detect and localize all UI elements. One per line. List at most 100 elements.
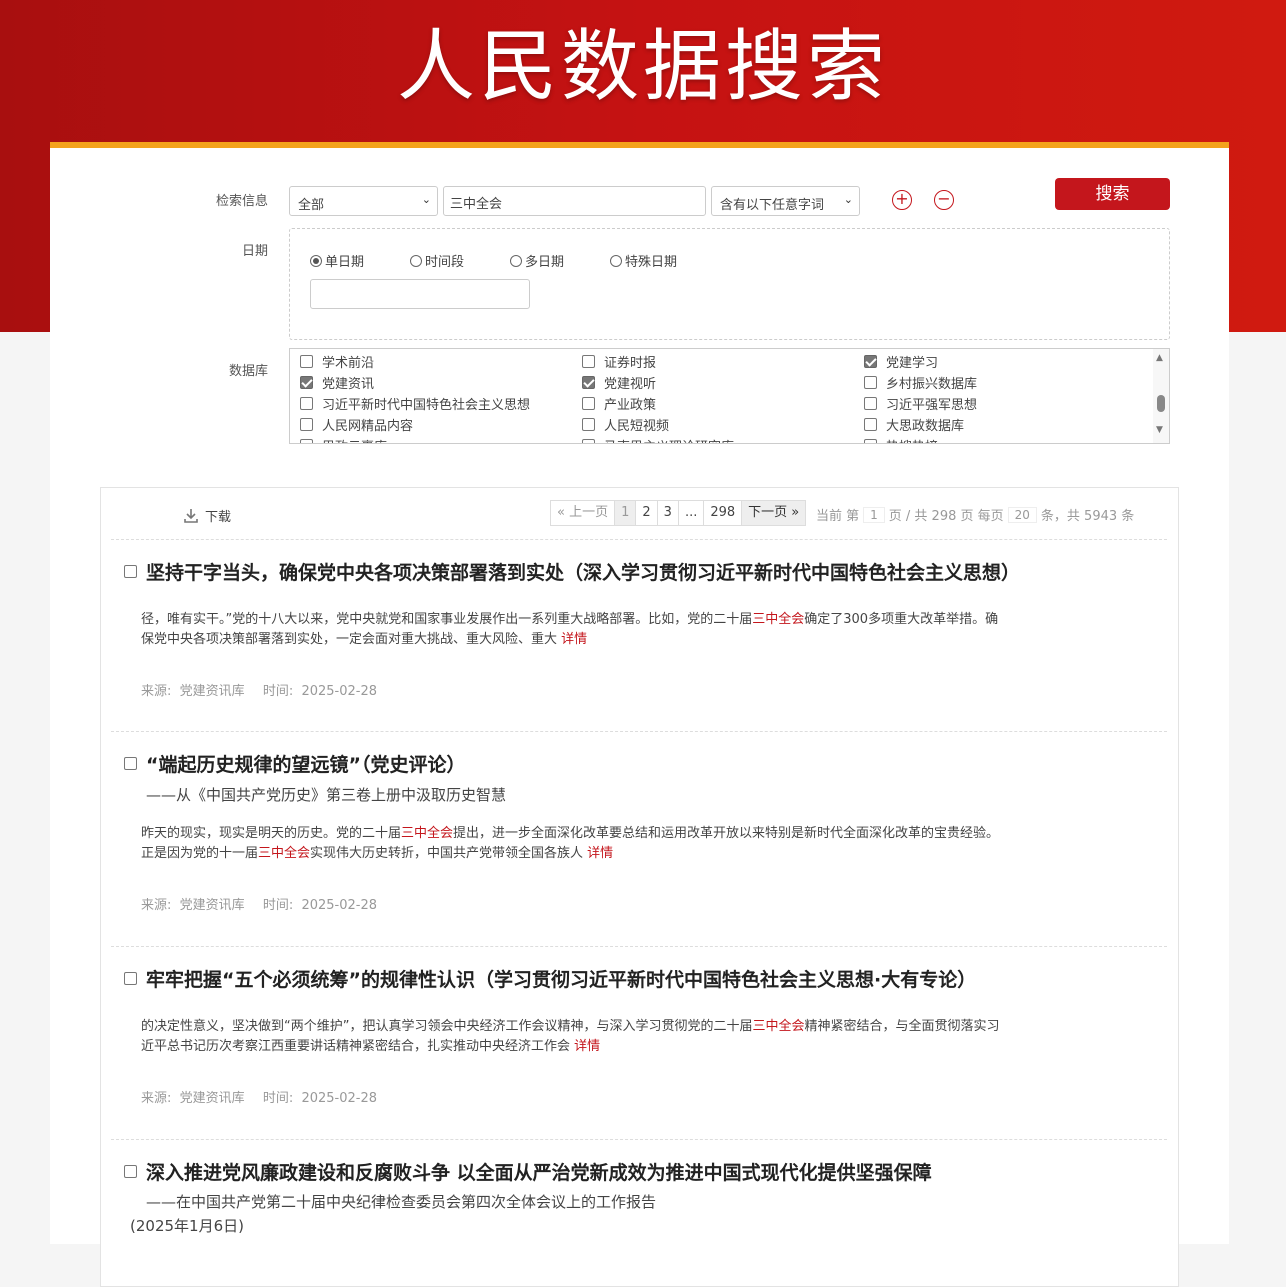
db-item[interactable]: 习近平新时代中国特色社会主义思想 bbox=[300, 394, 530, 413]
db-item[interactable]: 大思政数据库 bbox=[864, 415, 964, 434]
db-item[interactable]: 乡村振兴数据库 bbox=[864, 373, 977, 392]
search-button[interactable]: 搜索 bbox=[1055, 178, 1170, 210]
download-button[interactable]: 下载 bbox=[183, 506, 231, 525]
result-title-text[interactable]: “端起历史规律的望远镜”（党史评论） bbox=[146, 750, 465, 777]
divider bbox=[111, 946, 1167, 947]
db-item[interactable]: 党建学习 bbox=[864, 352, 938, 371]
checkbox[interactable] bbox=[582, 355, 595, 368]
scroll-down-icon[interactable]: ▼ bbox=[1156, 425, 1163, 435]
match-mode-select[interactable]: 含有以下任意字词 ⌄ bbox=[711, 186, 860, 216]
result-title-text[interactable]: 牢牢把握“五个必须统筹”的规律性认识（学习贯彻习近平新时代中国特色社会主义思想·… bbox=[146, 965, 976, 992]
result-snippet: 的决定性意义，坚决做到“两个维护”，把认真学习领会中央经济工作会议精神，与深入学… bbox=[141, 1017, 1001, 1057]
radio-label: 特殊日期 bbox=[625, 255, 678, 270]
result-title[interactable]: 坚持干字当头，确保党中央各项决策部署落到实处（深入学习贯彻习近平新时代中国特色社… bbox=[124, 558, 1020, 585]
result-meta: 来源: 党建资讯库 时间: 2025-02-28 bbox=[141, 894, 377, 913]
page-link[interactable]: 3 bbox=[658, 501, 679, 525]
db-item[interactable]: 证券时报 bbox=[582, 352, 656, 371]
db-item[interactable]: 人民短视频 bbox=[582, 415, 669, 434]
checkbox[interactable] bbox=[582, 397, 595, 410]
scroll-up-icon[interactable]: ▲ bbox=[1156, 353, 1163, 363]
per-page-input[interactable]: 20 bbox=[1007, 506, 1037, 523]
page-link[interactable]: 1 bbox=[615, 501, 637, 525]
checkbox[interactable] bbox=[582, 418, 595, 431]
checkbox[interactable] bbox=[582, 439, 595, 443]
scope-select[interactable]: 全部 ⌄ bbox=[289, 186, 438, 216]
source-label: 来源: bbox=[141, 684, 172, 699]
snippet-highlight: 三中全会 bbox=[752, 1019, 805, 1034]
keyword-input[interactable]: 三中全会 bbox=[443, 186, 706, 216]
next-page-button[interactable]: 下一页 » bbox=[742, 501, 806, 525]
checkbox[interactable] bbox=[124, 565, 137, 578]
radio-date-range[interactable]: 时间段 bbox=[410, 251, 464, 270]
match-mode-value: 含有以下任意字词 bbox=[720, 198, 825, 213]
radio-dot bbox=[510, 254, 522, 267]
checkbox[interactable] bbox=[864, 418, 877, 431]
result-subtitle: ——从《中国共产党历史》第三卷上册中汲取历史智慧 bbox=[146, 786, 507, 804]
page-info-suffix: 条，共 5943 条 bbox=[1040, 509, 1135, 524]
result-subtitle-date: (2025年1月6日) bbox=[130, 1217, 244, 1235]
db-item-label: 马克思主义理论研究库 bbox=[604, 436, 734, 443]
detail-link[interactable]: 详情 bbox=[561, 632, 587, 647]
radio-single-date[interactable]: 单日期 bbox=[310, 251, 364, 270]
db-item-label: 产业政策 bbox=[604, 398, 657, 413]
prev-page-button[interactable]: « 上一页 bbox=[551, 501, 616, 525]
checkbox[interactable] bbox=[124, 757, 137, 770]
checkbox[interactable] bbox=[300, 418, 313, 431]
page-info-prefix: 当前 第 bbox=[816, 509, 860, 524]
checkbox[interactable] bbox=[300, 355, 313, 368]
detail-link[interactable]: 详情 bbox=[574, 1039, 600, 1054]
result-title[interactable]: “端起历史规律的望远镜”（党史评论） bbox=[124, 750, 465, 777]
scroll-thumb[interactable] bbox=[1157, 395, 1165, 412]
source-value: 党建资讯库 bbox=[179, 684, 245, 699]
date-input[interactable] bbox=[310, 279, 530, 309]
time-value: 2025-02-28 bbox=[301, 684, 378, 699]
db-item[interactable]: 思政云裹库 bbox=[300, 436, 387, 443]
db-item[interactable]: 热搜热榜 bbox=[864, 436, 938, 443]
divider bbox=[111, 1139, 1167, 1140]
page-link[interactable]: 298 bbox=[704, 501, 743, 525]
checkbox-checked[interactable] bbox=[300, 376, 313, 389]
time-value: 2025-02-28 bbox=[301, 898, 378, 913]
detail-link[interactable]: 详情 bbox=[587, 846, 613, 861]
radio-dot bbox=[610, 254, 622, 267]
result-meta: 来源: 党建资讯库 时间: 2025-02-28 bbox=[141, 680, 377, 699]
db-item-label: 党建学习 bbox=[886, 356, 939, 371]
minus-circle-icon[interactable]: − bbox=[934, 190, 954, 210]
db-item[interactable]: 马克思主义理论研究库 bbox=[582, 436, 734, 443]
radio-label: 时间段 bbox=[425, 255, 465, 270]
checkbox[interactable] bbox=[864, 439, 877, 443]
result-title-text[interactable]: 坚持干字当头，确保党中央各项决策部署落到实处（深入学习贯彻习近平新时代中国特色社… bbox=[146, 558, 1020, 585]
checkbox-checked[interactable] bbox=[864, 355, 877, 368]
db-item-label: 人民短视频 bbox=[604, 419, 670, 434]
page-info: 当前 第 1 页 / 共 298 页 每页 20 条，共 5943 条 bbox=[816, 505, 1134, 524]
source-label: 来源: bbox=[141, 898, 172, 913]
result-title-text[interactable]: 深入推进党风廉政建设和反腐败斗争 以全面从严治党新成效为推进中国式现代化提供坚强… bbox=[146, 1158, 932, 1185]
checkbox-checked[interactable] bbox=[582, 376, 595, 389]
page-link[interactable]: 2 bbox=[636, 501, 658, 525]
checkbox[interactable] bbox=[300, 397, 313, 410]
radio-label: 多日期 bbox=[525, 255, 565, 270]
db-item[interactable]: 学术前沿 bbox=[300, 352, 374, 371]
search-label: 检索信息 bbox=[215, 194, 268, 209]
result-title[interactable]: 深入推进党风廉政建设和反腐败斗争 以全面从严治党新成效为推进中国式现代化提供坚强… bbox=[124, 1158, 932, 1185]
radio-special-date[interactable]: 特殊日期 bbox=[610, 251, 677, 270]
result-title[interactable]: 牢牢把握“五个必须统筹”的规律性认识（学习贯彻习近平新时代中国特色社会主义思想·… bbox=[124, 965, 976, 992]
time-label: 时间: bbox=[262, 684, 294, 699]
database-scrollbar[interactable]: ▲ ▼ bbox=[1153, 349, 1169, 443]
current-page-input[interactable]: 1 bbox=[863, 506, 885, 523]
checkbox[interactable] bbox=[864, 397, 877, 410]
db-item[interactable]: 人民网精品内容 bbox=[300, 415, 413, 434]
result-meta: 来源: 党建资讯库 时间: 2025-02-28 bbox=[141, 1087, 377, 1106]
checkbox[interactable] bbox=[300, 439, 313, 443]
checkbox[interactable] bbox=[864, 376, 877, 389]
radio-multi-date[interactable]: 多日期 bbox=[510, 251, 564, 270]
db-item[interactable]: 党建视听 bbox=[582, 373, 656, 392]
db-item-label: 思政云裹库 bbox=[322, 436, 387, 443]
checkbox[interactable] bbox=[124, 1165, 137, 1178]
result-snippet: 昨天的现实，现实是明天的历史。党的二十届三中全会提出，进一步全面深化改革要总结和… bbox=[141, 824, 1001, 864]
checkbox[interactable] bbox=[124, 972, 137, 985]
db-item[interactable]: 习近平强军思想 bbox=[864, 394, 977, 413]
plus-circle-icon[interactable]: + bbox=[892, 190, 912, 210]
db-item[interactable]: 党建资讯 bbox=[300, 373, 374, 392]
db-item[interactable]: 产业政策 bbox=[582, 394, 656, 413]
